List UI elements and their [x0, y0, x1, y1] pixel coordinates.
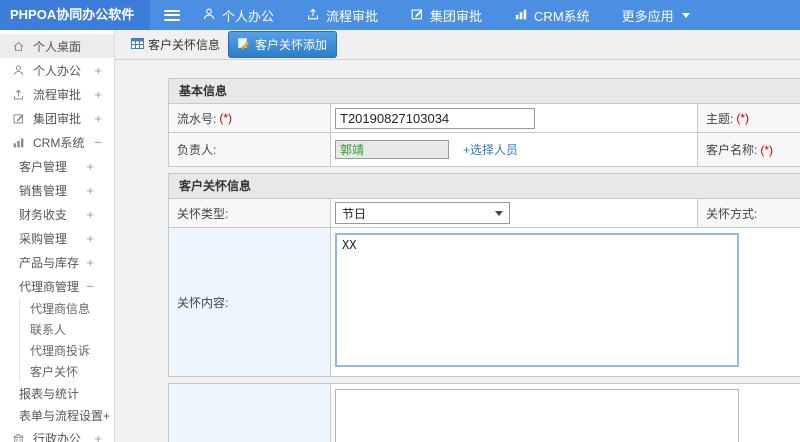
care-content-cell: XX	[331, 228, 800, 376]
nav-item-group-approve[interactable]: 集团审批	[410, 6, 482, 25]
row-extra-content	[168, 383, 800, 442]
section-title: 基本信息	[169, 79, 800, 104]
expand-marker[interactable]: +	[86, 183, 94, 198]
sidebar-item-finance[interactable]: 财务收支 +	[0, 202, 114, 226]
sidebar-item-sales-mgmt[interactable]: 销售管理 +	[0, 178, 114, 202]
agent-submenu: 代理商信息 联系人 代理商投诉 客户关怀	[19, 298, 114, 382]
user-icon	[202, 7, 216, 24]
nav-item-crm[interactable]: CRM系统	[514, 6, 590, 25]
expand-marker[interactable]: +	[94, 87, 102, 102]
expand-marker[interactable]: +	[86, 207, 94, 222]
sidebar-item-agent-mgmt[interactable]: 代理商管理 −	[0, 274, 114, 298]
tab-bar: 客户关怀信息 客户关怀添加	[115, 30, 800, 60]
sidebar: 个人桌面 个人办公 + 流程审批 + 集团审批 + CRM系统 − 客户管理 +…	[0, 30, 115, 442]
owner-input[interactable]	[335, 140, 449, 159]
expand-marker[interactable]: +	[94, 431, 102, 442]
sidebar-item-contacts[interactable]: 联系人	[20, 319, 114, 340]
sidebar-item-crm[interactable]: CRM系统 −	[0, 130, 114, 154]
app-logo: PHPOA协同办公软件	[0, 0, 150, 30]
extra-content-label	[169, 384, 331, 442]
care-type-label: 关怀类型:	[169, 199, 331, 227]
care-type-select[interactable]: 节日	[335, 202, 510, 224]
section-title: 客户关怀信息	[169, 174, 800, 199]
owner-label: 负责人:	[169, 133, 331, 166]
home-icon	[13, 41, 24, 51]
sidebar-item-agent-complaint[interactable]: 代理商投诉	[20, 340, 114, 361]
sidebar-item-customer-care[interactable]: 客户关怀	[20, 361, 114, 382]
sidebar-item-agent-info[interactable]: 代理商信息	[20, 298, 114, 319]
crm-chart-icon	[514, 7, 528, 24]
customer-name-label: 客户名称: (*)	[698, 133, 800, 166]
nav-item-personal-office[interactable]: 个人办公	[202, 6, 274, 25]
sidebar-item-desktop[interactable]: 个人桌面	[0, 34, 114, 58]
collapse-marker[interactable]: −	[86, 279, 94, 294]
expand-marker[interactable]: +	[86, 159, 94, 174]
group-approve-icon	[13, 113, 24, 123]
sidebar-item-product-stock[interactable]: 产品与库存 +	[0, 250, 114, 274]
nav-item-more-apps[interactable]: 更多应用	[622, 6, 690, 25]
collapse-marker[interactable]: −	[94, 135, 102, 150]
caret-down-icon	[681, 12, 690, 18]
serial-label: 流水号: (*)	[169, 104, 331, 132]
serial-cell	[331, 104, 698, 132]
group-approve-icon	[410, 7, 424, 24]
flow-approve-icon	[13, 89, 24, 99]
sidebar-item-customer-mgmt[interactable]: 客户管理 +	[0, 154, 114, 178]
care-content-textarea[interactable]: XX	[335, 233, 739, 367]
sidebar-item-reports[interactable]: 报表与统计	[0, 382, 114, 404]
grid-icon	[131, 37, 144, 53]
care-content-label: 关怀内容:	[169, 228, 331, 376]
nav-item-flow-approve[interactable]: 流程审批	[306, 6, 378, 25]
nav-menu: 个人办公 流程审批 集团审批 CRM系统 更多应用	[150, 0, 800, 30]
owner-cell: +选择人员	[331, 133, 698, 166]
sidebar-item-form-flow-settings[interactable]: 表单与流程设置+	[0, 404, 114, 426]
row-care-content: 关怀内容: XX	[169, 228, 800, 376]
flow-approve-icon	[306, 7, 320, 24]
main-content: 客户关怀信息 客户关怀添加 基本信息 流水号:(*) 主题:(*)	[115, 30, 800, 442]
section-care-info: 客户关怀信息 关怀类型: 节日 关怀方式: 关怀内容: XX	[168, 173, 800, 377]
customer-care-form: 基本信息 流水号:(*) 主题:(*) 负责人:	[168, 78, 800, 442]
tab-customer-care-add[interactable]: 客户关怀添加	[228, 31, 338, 58]
extra-content-cell	[331, 384, 800, 442]
top-navbar: PHPOA协同办公软件 个人办公 流程审批 集团审批 CRM系统 更多应用	[0, 0, 800, 30]
care-method-label: 关怀方式:	[698, 199, 800, 227]
expand-marker[interactable]: +	[86, 255, 94, 270]
pencil-icon	[238, 37, 250, 52]
select-person-link[interactable]: +选择人员	[463, 141, 518, 158]
sidebar-item-admin-office[interactable]: 行政办公 +	[0, 426, 114, 442]
sidebar-item-group-approve[interactable]: 集团审批 +	[0, 106, 114, 130]
extra-content-textarea[interactable]	[335, 389, 739, 442]
section-basic-info: 基本信息 流水号:(*) 主题:(*) 负责人:	[168, 78, 800, 167]
sidebar-item-purchase[interactable]: 采购管理 +	[0, 226, 114, 250]
subject-label: 主题: (*)	[698, 104, 800, 132]
expand-marker[interactable]: +	[94, 111, 102, 126]
row-owner: 负责人: +选择人员 客户名称:(*)	[169, 133, 800, 166]
expand-marker[interactable]: +	[94, 63, 102, 78]
crm-chart-icon	[13, 137, 24, 147]
expand-marker[interactable]: +	[86, 231, 94, 246]
sidebar-item-personal-office[interactable]: 个人办公 +	[0, 58, 114, 82]
sidebar-item-flow-approve[interactable]: 流程审批 +	[0, 82, 114, 106]
row-serial: 流水号:(*) 主题:(*)	[169, 104, 800, 133]
caret-down-icon	[495, 210, 503, 216]
tab-customer-care-list[interactable]: 客户关怀信息	[131, 36, 220, 53]
row-care-type: 关怀类型: 节日 关怀方式:	[169, 199, 800, 228]
building-icon	[13, 433, 24, 442]
serial-input[interactable]	[335, 107, 535, 129]
care-type-cell: 节日	[331, 199, 698, 227]
user-icon	[13, 65, 24, 75]
hamburger-menu-icon[interactable]	[164, 9, 180, 21]
